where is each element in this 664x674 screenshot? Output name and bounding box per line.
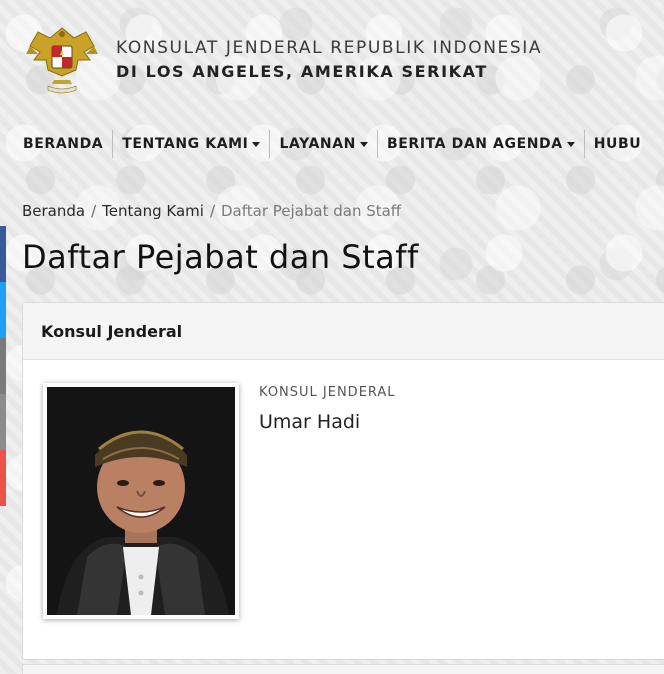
breadcrumb-parent-link[interactable]: Tentang Kami xyxy=(102,202,204,220)
nav-item-label: HUBU xyxy=(593,136,642,152)
next-panel xyxy=(22,664,664,674)
breadcrumb-separator: / xyxy=(91,202,97,220)
panel-heading: Konsul Jenderal xyxy=(23,303,664,360)
dropdown-caret-icon xyxy=(566,141,575,147)
staff-card: KONSUL JENDERAL Umar Hadi xyxy=(43,383,643,623)
nav-item-label: BERANDA xyxy=(23,136,104,152)
share-tab[interactable] xyxy=(0,450,6,506)
nav-item-berita-dan-agenda[interactable]: BERITA DAN AGENDA xyxy=(378,130,585,158)
org-subtitle: DI LOS ANGELES, AMERIKA SERIKAT xyxy=(116,62,488,81)
nav-item-hubungi[interactable]: HUBU xyxy=(585,130,651,158)
share-tab[interactable] xyxy=(0,338,6,394)
twitter-share-tab[interactable] xyxy=(0,282,6,338)
page-title: Daftar Pejabat dan Staff xyxy=(22,238,419,276)
breadcrumb-home-link[interactable]: Beranda xyxy=(22,202,85,220)
nav-item-label: BERITA DAN AGENDA xyxy=(387,136,563,152)
dropdown-caret-icon xyxy=(360,141,368,147)
staff-photo-frame xyxy=(43,383,239,619)
nav-item-label: LAYANAN xyxy=(279,136,356,152)
main-navbar: BERANDA TENTANG KAMI LAYANAN BERITA DAN … xyxy=(14,128,664,160)
staff-photo[interactable] xyxy=(47,387,235,615)
nav-item-layanan[interactable]: LAYANAN xyxy=(270,130,378,158)
staff-panel: Konsul Jenderal KONSUL JENDERAL Umar Had… xyxy=(22,302,664,660)
site-header: KONSULAT JENDERAL REPUBLIK INDONESIA DI … xyxy=(24,24,644,104)
breadcrumb: Beranda / Tentang Kami / Daftar Pejabat dan … xyxy=(22,202,401,220)
dropdown-caret-icon xyxy=(252,141,261,147)
nav-item-tentang-kami[interactable]: TENTANG KAMI xyxy=(113,130,271,158)
social-share-strip xyxy=(0,226,6,506)
share-tab[interactable] xyxy=(0,394,6,450)
staff-role: KONSUL JENDERAL xyxy=(259,385,396,400)
facebook-share-tab[interactable] xyxy=(0,226,6,282)
org-name: KONSULAT JENDERAL REPUBLIK INDONESIA xyxy=(116,38,543,58)
breadcrumb-separator: / xyxy=(209,202,215,220)
staff-name[interactable]: Umar Hadi xyxy=(259,411,360,433)
garuda-emblem-icon[interactable] xyxy=(24,24,100,96)
nav-item-label: TENTANG KAMI xyxy=(122,136,249,152)
nav-item-beranda[interactable]: BERANDA xyxy=(14,130,114,158)
breadcrumb-current: Daftar Pejabat dan Staff xyxy=(221,202,402,220)
